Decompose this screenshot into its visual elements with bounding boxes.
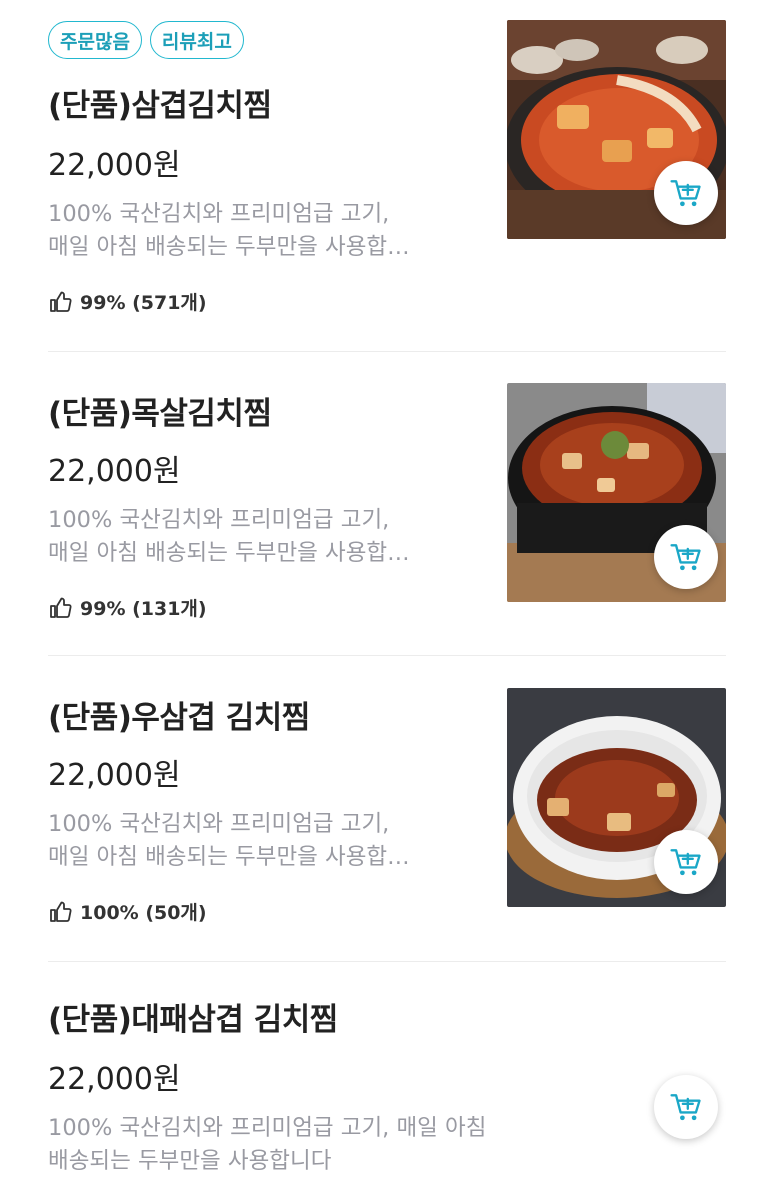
rating-text: 100% (50개) bbox=[80, 902, 207, 924]
badge-popular: 주문많음 bbox=[48, 21, 142, 59]
add-to-cart-button[interactable] bbox=[654, 830, 718, 894]
desc-line: 100% 국산김치와 프리미엄급 고기, bbox=[48, 201, 390, 227]
desc-line: 100% 국산김치와 프리미엄급 고기, bbox=[48, 811, 390, 837]
rating: 99% (571개) bbox=[48, 288, 207, 315]
add-to-cart-button[interactable] bbox=[654, 1075, 718, 1139]
desc-line: 매일 아침 배송되는 두부만을 사용합… bbox=[48, 234, 410, 260]
badge-top-review: 리뷰최고 bbox=[149, 21, 244, 59]
thumbs-up-icon bbox=[48, 900, 72, 924]
cart-plus-icon bbox=[668, 844, 704, 880]
menu-description: 100% 국산김치와 프리미엄급 고기, 매일 아침 배송되는 두부만을 사용합… bbox=[48, 504, 410, 570]
cart-plus-icon bbox=[668, 539, 704, 575]
rating-text: 99% (131개) bbox=[80, 598, 207, 620]
menu-item[interactable]: (단품)우삼겹 김치찜 22,000원 100% 국산김치와 프리미엄급 고기,… bbox=[0, 656, 773, 962]
menu-price: 22,000원 bbox=[48, 1062, 181, 1097]
add-to-cart-button[interactable] bbox=[654, 525, 718, 589]
menu-price: 22,000원 bbox=[48, 148, 181, 183]
thumbs-up-icon bbox=[48, 596, 72, 620]
desc-line: 배송되는 두부만을 사용합니다 bbox=[48, 1148, 332, 1174]
thumbs-up-icon bbox=[48, 290, 72, 314]
menu-description: 100% 국산김치와 프리미엄급 고기, 매일 아침 배송되는 두부만을 사용합… bbox=[48, 808, 410, 874]
menu-item[interactable]: 주문많음 리뷰최고 (단품)삼겹김치찜 22,000원 100% 국산김치와 프… bbox=[0, 0, 773, 352]
menu-item[interactable]: (단품)목살김치찜 22,000원 100% 국산김치와 프리미엄급 고기, 매… bbox=[0, 352, 773, 656]
menu-item[interactable]: (단품)대패삼겹 김치찜 22,000원 100% 국산김치와 프리미엄급 고기… bbox=[0, 962, 773, 1189]
rating: 99% (131개) bbox=[48, 594, 207, 621]
menu-title[interactable]: (단품)삼겹김치찜 bbox=[48, 80, 272, 125]
rating-text: 99% (571개) bbox=[80, 292, 207, 314]
menu-description: 100% 국산김치와 프리미엄급 고기, 매일 아침 배송되는 두부만을 사용합… bbox=[48, 1112, 486, 1178]
desc-line: 100% 국산김치와 프리미엄급 고기, 매일 아침 bbox=[48, 1115, 487, 1141]
badge-group: 주문많음 리뷰최고 bbox=[48, 21, 244, 59]
desc-line: 매일 아침 배송되는 두부만을 사용합… bbox=[48, 540, 410, 566]
desc-line: 매일 아침 배송되는 두부만을 사용합… bbox=[48, 844, 410, 870]
desc-line: 100% 국산김치와 프리미엄급 고기, bbox=[48, 507, 390, 533]
cart-plus-icon bbox=[668, 175, 704, 211]
rating: 100% (50개) bbox=[48, 898, 207, 925]
menu-title[interactable]: (단품)목살김치찜 bbox=[48, 388, 272, 433]
menu-price: 22,000원 bbox=[48, 454, 181, 489]
menu-price: 22,000원 bbox=[48, 758, 181, 793]
menu-title[interactable]: (단품)우삼겹 김치찜 bbox=[48, 692, 310, 737]
menu-description: 100% 국산김치와 프리미엄급 고기, 매일 아침 배송되는 두부만을 사용합… bbox=[48, 198, 410, 264]
add-to-cart-button[interactable] bbox=[654, 161, 718, 225]
cart-plus-icon bbox=[668, 1089, 704, 1125]
menu-title[interactable]: (단품)대패삼겹 김치찜 bbox=[48, 994, 338, 1039]
